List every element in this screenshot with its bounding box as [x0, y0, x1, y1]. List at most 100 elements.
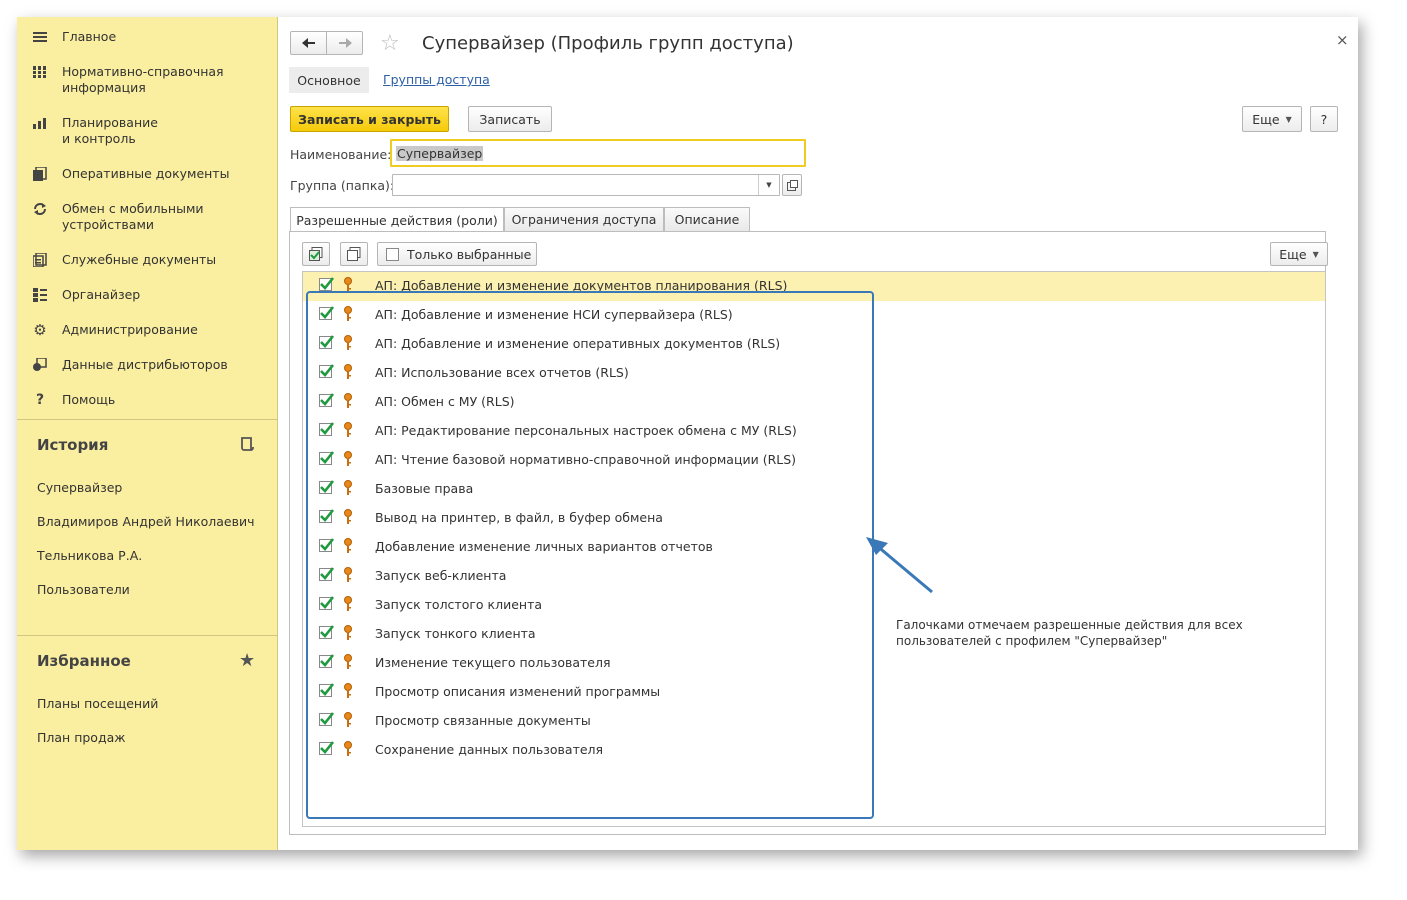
table-row[interactable]: Базовые права	[303, 475, 1325, 504]
arrow-left-icon	[301, 38, 315, 48]
tab-access-restrictions[interactable]: Ограничения доступа	[504, 207, 664, 231]
sidebar-item-distributors[interactable]: Данные дистрибьюторов	[17, 356, 277, 374]
role-checkbox[interactable]	[319, 654, 335, 668]
role-label: Запуск веб-клиента	[375, 568, 507, 583]
key-icon	[343, 422, 353, 438]
role-checkbox[interactable]	[319, 422, 335, 436]
history-item[interactable]: Пользователи	[37, 582, 130, 597]
role-checkbox[interactable]	[319, 567, 335, 581]
dropdown-arrow-icon[interactable]: ▼	[758, 175, 779, 195]
role-checkbox[interactable]	[319, 596, 335, 610]
subtab-access-groups[interactable]: Группы доступа	[383, 72, 490, 87]
sidebar-item-planning[interactable]: Планирование и контроль	[17, 114, 277, 148]
favorites-item[interactable]: План продаж	[37, 730, 126, 745]
key-icon	[343, 364, 353, 380]
table-row[interactable]: АП: Использование всех отчетов (RLS)	[303, 359, 1325, 388]
history-list-icon[interactable]	[239, 436, 257, 454]
name-field[interactable]: Супервайзер	[390, 139, 806, 167]
uncheck-all-button[interactable]	[340, 242, 368, 266]
back-button[interactable]	[290, 31, 327, 55]
role-checkbox[interactable]	[319, 480, 335, 494]
role-checkbox[interactable]	[319, 741, 335, 755]
list-more-button[interactable]: Еще ▼	[1270, 242, 1328, 266]
table-row[interactable]: Запуск веб-клиента	[303, 562, 1325, 591]
close-icon[interactable]: ×	[1336, 31, 1349, 49]
role-label: АП: Редактирование персональных настроек…	[375, 423, 797, 438]
sidebar-item-organizer[interactable]: Органайзер	[17, 286, 277, 304]
table-row[interactable]: АП: Добавление и изменение документов пл…	[303, 272, 1325, 301]
sidebar-item-label: Обмен с мобильными устройствами	[62, 201, 204, 232]
role-label: АП: Чтение базовой нормативно-справочной…	[375, 452, 797, 467]
role-checkbox[interactable]	[319, 625, 335, 639]
forward-button[interactable]	[326, 31, 363, 55]
role-checkbox[interactable]	[319, 364, 335, 378]
table-row[interactable]: АП: Редактирование персональных настроек…	[303, 417, 1325, 446]
table-row[interactable]: Просмотр описания изменений программы	[303, 678, 1325, 707]
subtab-main[interactable]: Основное	[289, 67, 369, 93]
service-docs-icon	[32, 252, 48, 268]
check-all-button[interactable]	[302, 242, 330, 266]
history-item[interactable]: Тельникова Р.А.	[37, 548, 142, 563]
help-button[interactable]: ?	[1310, 106, 1338, 132]
table-row[interactable]: Изменение текущего пользователя	[303, 649, 1325, 678]
sidebar-item-service-docs[interactable]: Служебные документы	[17, 251, 277, 269]
history-item[interactable]: Супервайзер	[37, 480, 122, 495]
sidebar-item-help[interactable]: ? Помощь	[17, 391, 277, 409]
table-row[interactable]: Добавление изменение личных вариантов от…	[303, 533, 1325, 562]
key-icon	[343, 509, 353, 525]
role-checkbox[interactable]	[319, 451, 335, 465]
table-row[interactable]: АП: Добавление и изменение НСИ супервайз…	[303, 301, 1325, 330]
save-button[interactable]: Записать	[468, 106, 552, 132]
save-and-close-button[interactable]: Записать и закрыть	[290, 106, 449, 132]
role-checkbox[interactable]	[319, 538, 335, 552]
role-label: Добавление изменение личных вариантов от…	[375, 539, 713, 554]
key-icon	[343, 277, 353, 293]
star-icon[interactable]: ★	[239, 650, 257, 671]
history-item[interactable]: Владимиров Андрей Николаевич	[37, 514, 255, 529]
role-label: Просмотр связанные документы	[375, 713, 591, 728]
documents-icon	[32, 166, 48, 182]
sidebar-item-operative-docs[interactable]: Оперативные документы	[17, 165, 277, 183]
role-checkbox[interactable]	[319, 277, 335, 291]
table-row[interactable]: АП: Добавление и изменение оперативных д…	[303, 330, 1325, 359]
table-row[interactable]: Просмотр связанные документы	[303, 707, 1325, 736]
sidebar-item-main[interactable]: Главное	[17, 28, 277, 46]
only-selected-checkbox[interactable]	[386, 247, 399, 261]
role-checkbox[interactable]	[319, 683, 335, 697]
key-icon	[343, 335, 353, 351]
table-row[interactable]: АП: Обмен с МУ (RLS)	[303, 388, 1325, 417]
key-icon	[343, 596, 353, 612]
sidebar-item-label: Данные дистрибьюторов	[62, 357, 228, 372]
table-row[interactable]: АП: Чтение базовой нормативно-справочной…	[303, 446, 1325, 475]
key-icon	[343, 451, 353, 467]
table-row[interactable]: Вывод на принтер, в файл, в буфер обмена	[303, 504, 1325, 533]
only-selected-toggle[interactable]: Только выбранные	[377, 242, 537, 266]
help-icon: ?	[35, 392, 45, 408]
key-icon	[343, 538, 353, 554]
role-checkbox[interactable]	[319, 306, 335, 320]
role-checkbox[interactable]	[319, 712, 335, 726]
open-group-button[interactable]	[782, 174, 802, 196]
tab-allowed-actions[interactable]: Разрешенные действия (роли)	[290, 207, 504, 232]
sidebar-item-administration[interactable]: ⚙ Администрирование	[17, 321, 277, 339]
more-button[interactable]: Еще ▼	[1242, 106, 1302, 132]
role-label: АП: Добавление и изменение документов пл…	[375, 278, 788, 293]
role-checkbox[interactable]	[319, 393, 335, 407]
favorites-item[interactable]: Планы посещений	[37, 696, 158, 711]
table-row[interactable]: Сохранение данных пользователя	[303, 736, 1325, 765]
table-row[interactable]: Запуск толстого клиента	[303, 591, 1325, 620]
favorite-star-icon[interactable]: ☆	[380, 31, 400, 56]
role-checkbox[interactable]	[319, 509, 335, 523]
group-label: Группа (папка):	[290, 178, 395, 193]
name-label: Наименование:	[290, 147, 392, 162]
role-checkbox[interactable]	[319, 335, 335, 349]
annotation-arrow-icon	[866, 537, 933, 594]
key-icon	[343, 654, 353, 670]
distributors-icon	[32, 357, 48, 373]
arrow-right-icon	[338, 38, 352, 48]
tab-description[interactable]: Описание	[664, 207, 750, 231]
group-field[interactable]: ▼	[392, 174, 780, 196]
sidebar-item-reference-info[interactable]: Нормативно-справочная информация	[17, 63, 277, 97]
favorites-title: Избранное	[37, 652, 131, 670]
sidebar-item-mobile-exchange[interactable]: Обмен с мобильными устройствами	[17, 200, 277, 234]
